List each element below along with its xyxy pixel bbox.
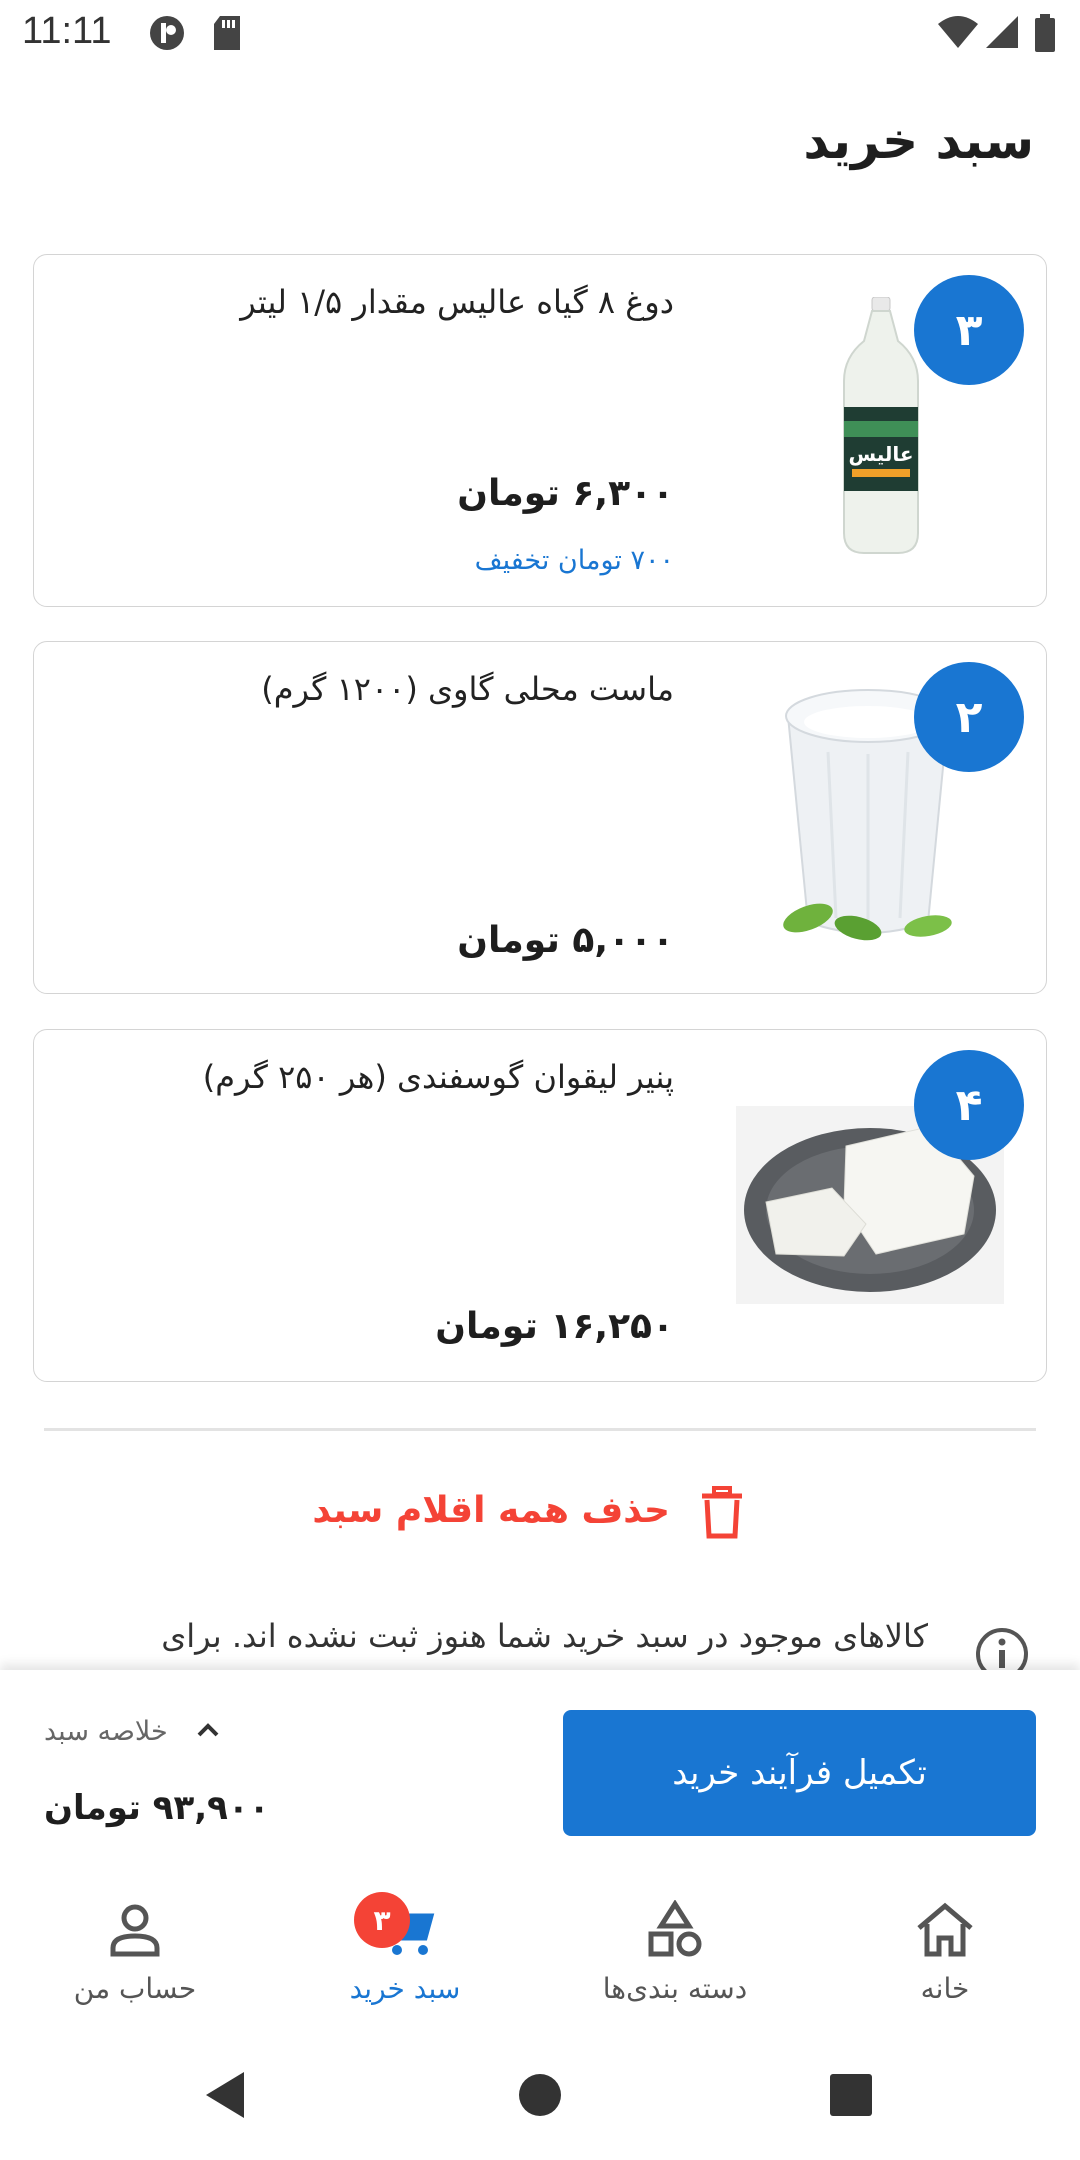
cart-total: ۹۳,۹۰۰ تومان [44, 1788, 270, 1828]
trash-icon [702, 1486, 742, 1539]
delete-all-button[interactable]: حذف همه اقلام سبد [0, 1486, 1080, 1546]
person-icon [110, 1904, 160, 1957]
nav-label: سبد خرید [349, 1972, 461, 2005]
status-time: 11:11 [22, 10, 112, 52]
complete-purchase-button[interactable]: تکمیل فرآیند خرید [563, 1710, 1036, 1836]
item-name: ماست محلی گاوی (۱۲۰۰ گرم) [261, 670, 674, 708]
cart-item-card[interactable]: عالیس ۳ دوغ ۸ گیاه عالیس مقدار ۱/۵ لیتر … [33, 254, 1047, 607]
chevron-up-icon[interactable] [196, 1722, 220, 1738]
nav-label: دسته بندی‌ها [602, 1972, 748, 2005]
item-price: ۶,۳۰۰ تومان [457, 473, 674, 514]
checkout-bar: خلاصه سبد ۹۳,۹۰۰ تومان تکمیل فرآیند خرید [0, 1670, 1080, 1860]
info-text: کالاهای موجود در سبد خرید شما هنوز ثبت ن… [161, 1617, 928, 1655]
item-price: ۵,۰۰۰ تومان [457, 920, 674, 961]
system-navigation [0, 2040, 1080, 2160]
recents-icon[interactable] [828, 2072, 874, 2118]
bottom-navigation: حساب من ۳ سبد خرید دسته بندی‌ها خانه [0, 1860, 1080, 2040]
sd-card-icon [214, 16, 240, 50]
item-name: پنیر لیقوان گوسفندی (هر ۲۵۰ گرم) [202, 1058, 674, 1096]
svg-text:عالیس: عالیس [848, 442, 913, 466]
cart-count-badge: ۳ [354, 1892, 410, 1948]
cart-item-card[interactable]: ۲ ماست محلی گاوی (۱۲۰۰ گرم) ۵,۰۰۰ تومان [33, 641, 1047, 994]
nav-cart[interactable]: ۳ سبد خرید [270, 1860, 540, 2040]
wifi-icon [938, 16, 978, 48]
quantity-badge: ۴ [914, 1050, 1024, 1160]
nav-home[interactable]: خانه [810, 1860, 1080, 2040]
nav-label: خانه [920, 1972, 970, 2005]
battery-icon [1035, 14, 1055, 52]
cell-signal-icon [986, 16, 1018, 48]
nav-account[interactable]: حساب من [0, 1860, 270, 2040]
item-name: دوغ ۸ گیاه عالیس مقدار ۱/۵ لیتر [240, 283, 674, 321]
cart-item-card[interactable]: ۴ پنیر لیقوان گوسفندی (هر ۲۵۰ گرم) ۱۶,۲۵… [33, 1029, 1047, 1382]
quantity-badge: ۲ [914, 662, 1024, 772]
categories-icon [648, 1900, 702, 1957]
divider [44, 1428, 1036, 1431]
quantity-badge: ۳ [914, 275, 1024, 385]
back-icon[interactable] [204, 2070, 248, 2120]
delete-all-label: حذف همه اقلام سبد [312, 1490, 670, 1531]
home-icon [917, 1902, 973, 1957]
home-button-icon[interactable] [517, 2072, 563, 2118]
app-notification-icon [150, 16, 184, 50]
cart-summary-toggle[interactable]: خلاصه سبد [44, 1716, 168, 1747]
nav-categories[interactable]: دسته بندی‌ها [540, 1860, 810, 2040]
nav-label: حساب من [73, 1972, 197, 2005]
doogh-bottle-image: عالیس [843, 297, 919, 554]
status-bar: 11:11 [0, 0, 1080, 66]
page-title: سبد خرید [803, 112, 1034, 170]
item-discount: ۷۰۰ تومان تخفیف [474, 545, 674, 576]
item-price: ۱۶,۲۵۰ تومان [435, 1306, 674, 1347]
